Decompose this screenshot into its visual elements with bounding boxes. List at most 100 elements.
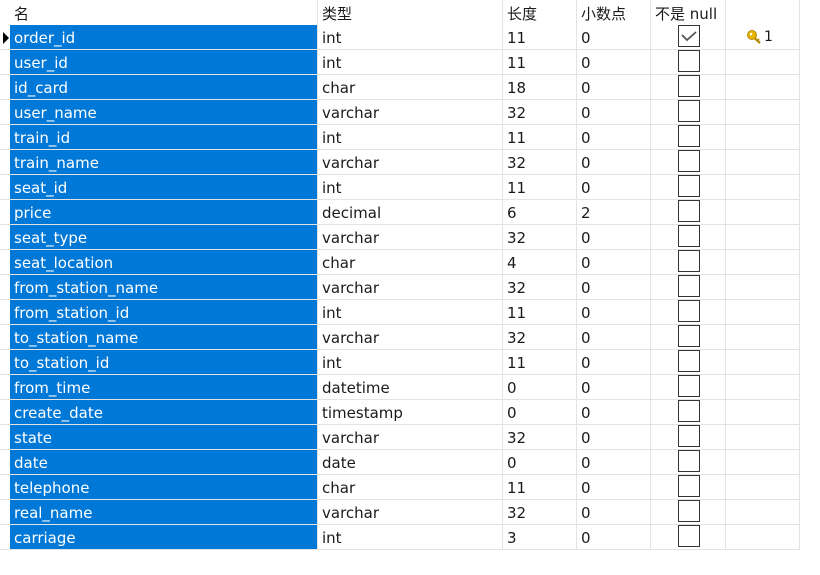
field-name-cell[interactable]: user_name [10,100,318,124]
field-type-cell[interactable]: char [318,75,503,99]
field-type-cell[interactable]: varchar [318,150,503,174]
table-row[interactable]: train_name varchar 32 0 [0,150,800,175]
field-type-cell[interactable]: int [318,350,503,374]
field-name-cell[interactable]: from_time [10,375,318,399]
field-name-cell[interactable]: id_card [10,75,318,99]
key-cell[interactable] [726,475,800,499]
key-cell[interactable] [726,275,800,299]
not-null-checkbox[interactable] [678,300,700,322]
key-cell[interactable] [726,150,800,174]
field-name-cell[interactable]: order_id [10,25,318,49]
not-null-checkbox[interactable] [678,275,700,297]
field-length-cell[interactable]: 32 [503,325,577,349]
not-null-checkbox[interactable] [678,100,700,122]
table-row[interactable]: user_id int 11 0 [0,50,800,75]
table-row[interactable]: seat_location char 4 0 [0,250,800,275]
key-cell[interactable] [726,225,800,249]
not-null-checkbox[interactable] [678,425,700,447]
field-decimals-cell[interactable]: 0 [577,175,651,199]
not-null-checkbox[interactable] [678,75,700,97]
field-length-cell[interactable]: 4 [503,250,577,274]
field-decimals-cell[interactable]: 2 [577,200,651,224]
field-decimals-cell[interactable]: 0 [577,500,651,524]
field-length-cell[interactable]: 0 [503,400,577,424]
key-cell[interactable] [726,450,800,474]
field-type-cell[interactable]: varchar [318,100,503,124]
field-name-cell[interactable]: carriage [10,525,318,549]
field-name-cell[interactable]: from_station_name [10,275,318,299]
field-name-cell[interactable]: seat_type [10,225,318,249]
key-cell[interactable] [726,100,800,124]
field-type-cell[interactable]: decimal [318,200,503,224]
field-length-cell[interactable]: 11 [503,25,577,49]
not-null-checkbox[interactable] [678,500,700,522]
table-row[interactable]: real_name varchar 32 0 [0,500,800,525]
key-cell[interactable] [726,350,800,374]
field-name-cell[interactable]: seat_id [10,175,318,199]
key-cell[interactable] [726,200,800,224]
key-cell[interactable] [726,175,800,199]
not-null-checkbox[interactable] [678,200,700,222]
field-decimals-cell[interactable]: 0 [577,225,651,249]
field-name-cell[interactable]: seat_location [10,250,318,274]
not-null-checkbox[interactable] [678,475,700,497]
key-cell[interactable] [726,250,800,274]
key-cell[interactable] [726,300,800,324]
header-type[interactable]: 类型 [318,0,503,25]
key-cell[interactable] [726,50,800,74]
field-type-cell[interactable]: timestamp [318,400,503,424]
field-type-cell[interactable]: varchar [318,225,503,249]
table-row[interactable]: train_id int 11 0 [0,125,800,150]
field-decimals-cell[interactable]: 0 [577,525,651,549]
field-length-cell[interactable]: 0 [503,450,577,474]
header-key[interactable] [726,0,800,25]
not-null-checkbox[interactable] [678,50,700,72]
field-decimals-cell[interactable]: 0 [577,50,651,74]
table-row[interactable]: from_time datetime 0 0 [0,375,800,400]
field-decimals-cell[interactable]: 0 [577,100,651,124]
field-type-cell[interactable]: char [318,250,503,274]
field-length-cell[interactable]: 32 [503,425,577,449]
field-type-cell[interactable]: int [318,525,503,549]
field-decimals-cell[interactable]: 0 [577,425,651,449]
field-name-cell[interactable]: real_name [10,500,318,524]
field-length-cell[interactable]: 32 [503,150,577,174]
field-decimals-cell[interactable]: 0 [577,25,651,49]
key-cell[interactable] [726,425,800,449]
table-row[interactable]: from_station_name varchar 32 0 [0,275,800,300]
field-type-cell[interactable]: varchar [318,425,503,449]
table-row[interactable]: seat_type varchar 32 0 [0,225,800,250]
field-decimals-cell[interactable]: 0 [577,350,651,374]
field-name-cell[interactable]: telephone [10,475,318,499]
key-cell[interactable] [726,125,800,149]
field-type-cell[interactable]: date [318,450,503,474]
field-type-cell[interactable]: varchar [318,500,503,524]
not-null-checkbox[interactable] [678,150,700,172]
header-decimals[interactable]: 小数点 [577,0,651,25]
not-null-checkbox[interactable] [678,375,700,397]
field-type-cell[interactable]: int [318,50,503,74]
field-decimals-cell[interactable]: 0 [577,375,651,399]
not-null-checkbox[interactable] [678,350,700,372]
header-name[interactable]: 名 [10,0,318,25]
field-length-cell[interactable]: 11 [503,350,577,374]
field-decimals-cell[interactable]: 0 [577,125,651,149]
table-row[interactable]: to_station_id int 11 0 [0,350,800,375]
table-row[interactable]: user_name varchar 32 0 [0,100,800,125]
not-null-checkbox[interactable] [678,250,700,272]
field-length-cell[interactable]: 3 [503,525,577,549]
field-decimals-cell[interactable]: 0 [577,150,651,174]
key-cell[interactable] [726,75,800,99]
header-length[interactable]: 长度 [503,0,577,25]
field-name-cell[interactable]: state [10,425,318,449]
field-name-cell[interactable]: date [10,450,318,474]
field-decimals-cell[interactable]: 0 [577,250,651,274]
field-type-cell[interactable]: datetime [318,375,503,399]
field-decimals-cell[interactable]: 0 [577,75,651,99]
key-cell[interactable] [726,500,800,524]
not-null-checkbox[interactable] [678,125,700,147]
table-row[interactable]: carriage int 3 0 [0,525,800,550]
not-null-checkbox[interactable] [678,25,700,47]
field-name-cell[interactable]: train_name [10,150,318,174]
field-decimals-cell[interactable]: 0 [577,300,651,324]
